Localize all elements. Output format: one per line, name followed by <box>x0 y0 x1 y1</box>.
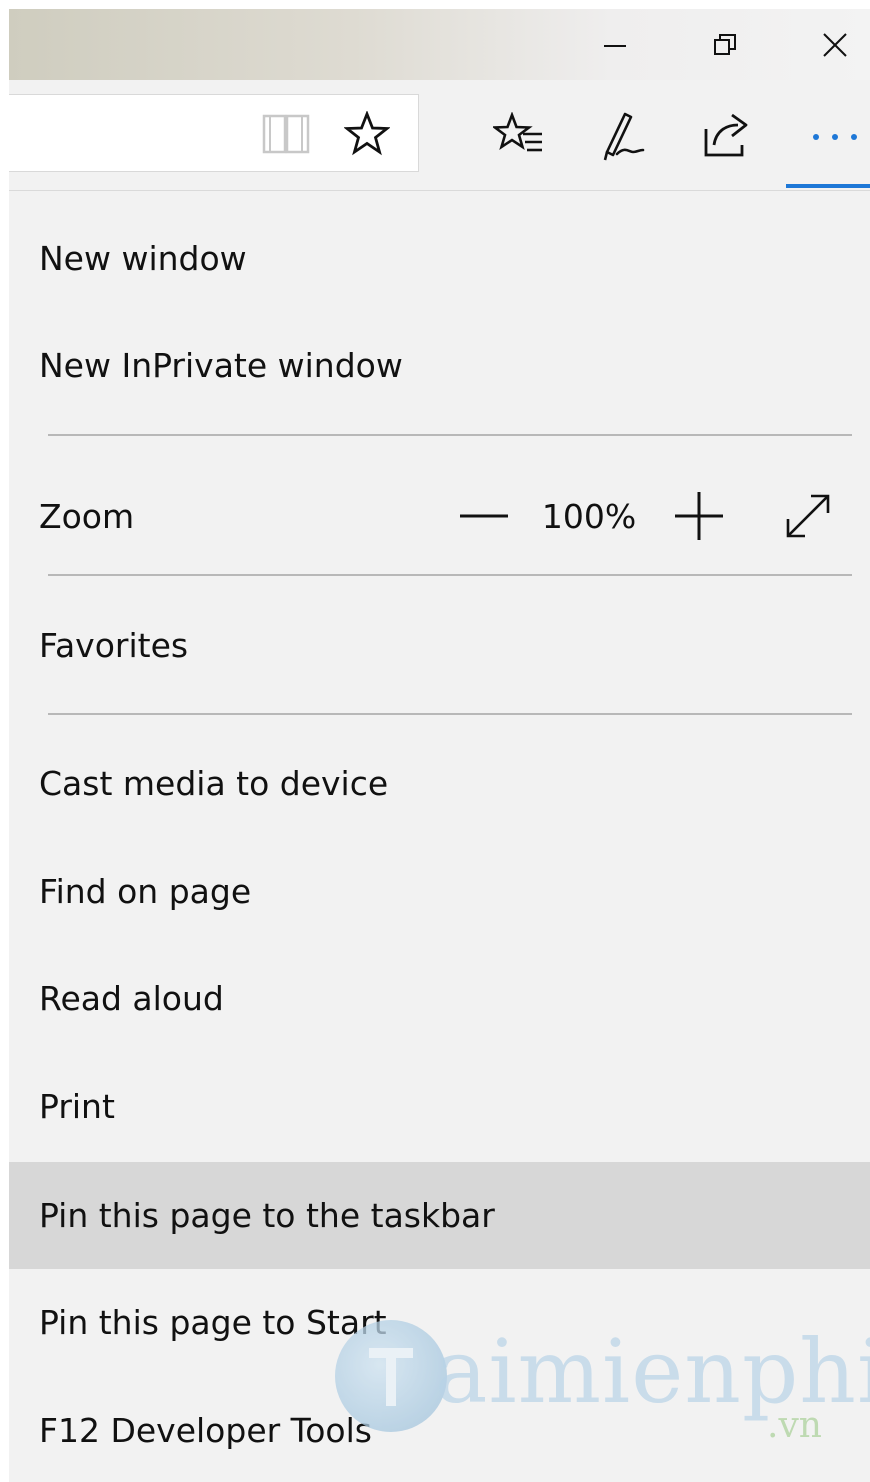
web-note-button[interactable] <box>594 106 658 166</box>
browser-window: New window New InPrivate window Zoom 100… <box>9 9 870 1482</box>
menu-item-label: Read aloud <box>39 979 224 1018</box>
add-favorite-star-icon <box>344 111 390 156</box>
share-button[interactable] <box>699 106 759 166</box>
menu-item-label: Pin this page to the taskbar <box>39 1196 495 1235</box>
menu-item-new-inprivate-window[interactable]: New InPrivate window <box>9 312 870 419</box>
add-favorite-button[interactable] <box>339 107 395 161</box>
menu-item-label: Find on page <box>39 872 252 911</box>
restore-button[interactable] <box>670 9 780 80</box>
menu-item-label: New InPrivate window <box>39 346 403 385</box>
menu-separator <box>48 713 852 715</box>
minimize-icon <box>604 44 626 47</box>
menu-item-label: Cast media to device <box>39 764 389 803</box>
web-note-pen-icon <box>603 112 645 161</box>
menu-item-f12-developer-tools[interactable]: F12 Developer Tools <box>9 1377 870 1482</box>
zoom-in-plus-icon <box>675 492 723 540</box>
zoom-row: Zoom 100% <box>9 449 870 583</box>
menu-separator <box>48 434 852 436</box>
favorites-hub-icon <box>493 112 542 152</box>
menu-item-favorites[interactable]: Favorites <box>9 592 870 699</box>
minimize-button[interactable] <box>560 9 670 80</box>
share-icon <box>704 113 748 157</box>
zoom-level-value: 100% <box>541 496 637 536</box>
zoom-in-button[interactable] <box>669 487 729 545</box>
more-actions-button[interactable] <box>799 110 870 164</box>
menu-item-print[interactable]: Print <box>9 1053 870 1160</box>
full-screen-expand-icon <box>786 494 830 538</box>
menu-item-cast-media[interactable]: Cast media to device <box>9 730 870 837</box>
zoom-label: Zoom <box>39 496 135 536</box>
zoom-out-button[interactable] <box>451 489 517 543</box>
favorites-hub-button[interactable] <box>489 108 549 164</box>
active-tab-indicator <box>786 184 870 188</box>
menu-item-find-on-page[interactable]: Find on page <box>9 838 870 945</box>
menu-item-label: New window <box>39 239 247 278</box>
menu-separator <box>48 574 852 576</box>
menu-item-label: Pin this page to Start <box>39 1303 387 1342</box>
full-screen-button[interactable] <box>777 487 839 545</box>
more-dots-icon <box>812 134 857 140</box>
zoom-out-minus-icon <box>460 514 508 518</box>
menu-item-new-window[interactable]: New window <box>9 205 870 312</box>
menu-item-pin-to-taskbar[interactable]: Pin this page to the taskbar <box>9 1162 870 1269</box>
reading-view-button[interactable] <box>259 109 313 159</box>
title-bar <box>9 9 870 80</box>
navigation-bar <box>9 80 870 191</box>
reading-view-icon <box>262 114 310 154</box>
address-bar[interactable] <box>9 94 419 172</box>
menu-item-read-aloud[interactable]: Read aloud <box>9 945 870 1052</box>
close-window-button[interactable] <box>780 9 870 80</box>
restore-icon <box>714 33 736 55</box>
close-icon <box>823 32 847 57</box>
menu-item-pin-to-start[interactable]: Pin this page to Start <box>9 1269 870 1376</box>
menu-item-label: Print <box>39 1087 115 1126</box>
menu-item-label: Favorites <box>39 626 189 665</box>
menu-item-label: F12 Developer Tools <box>39 1411 372 1450</box>
